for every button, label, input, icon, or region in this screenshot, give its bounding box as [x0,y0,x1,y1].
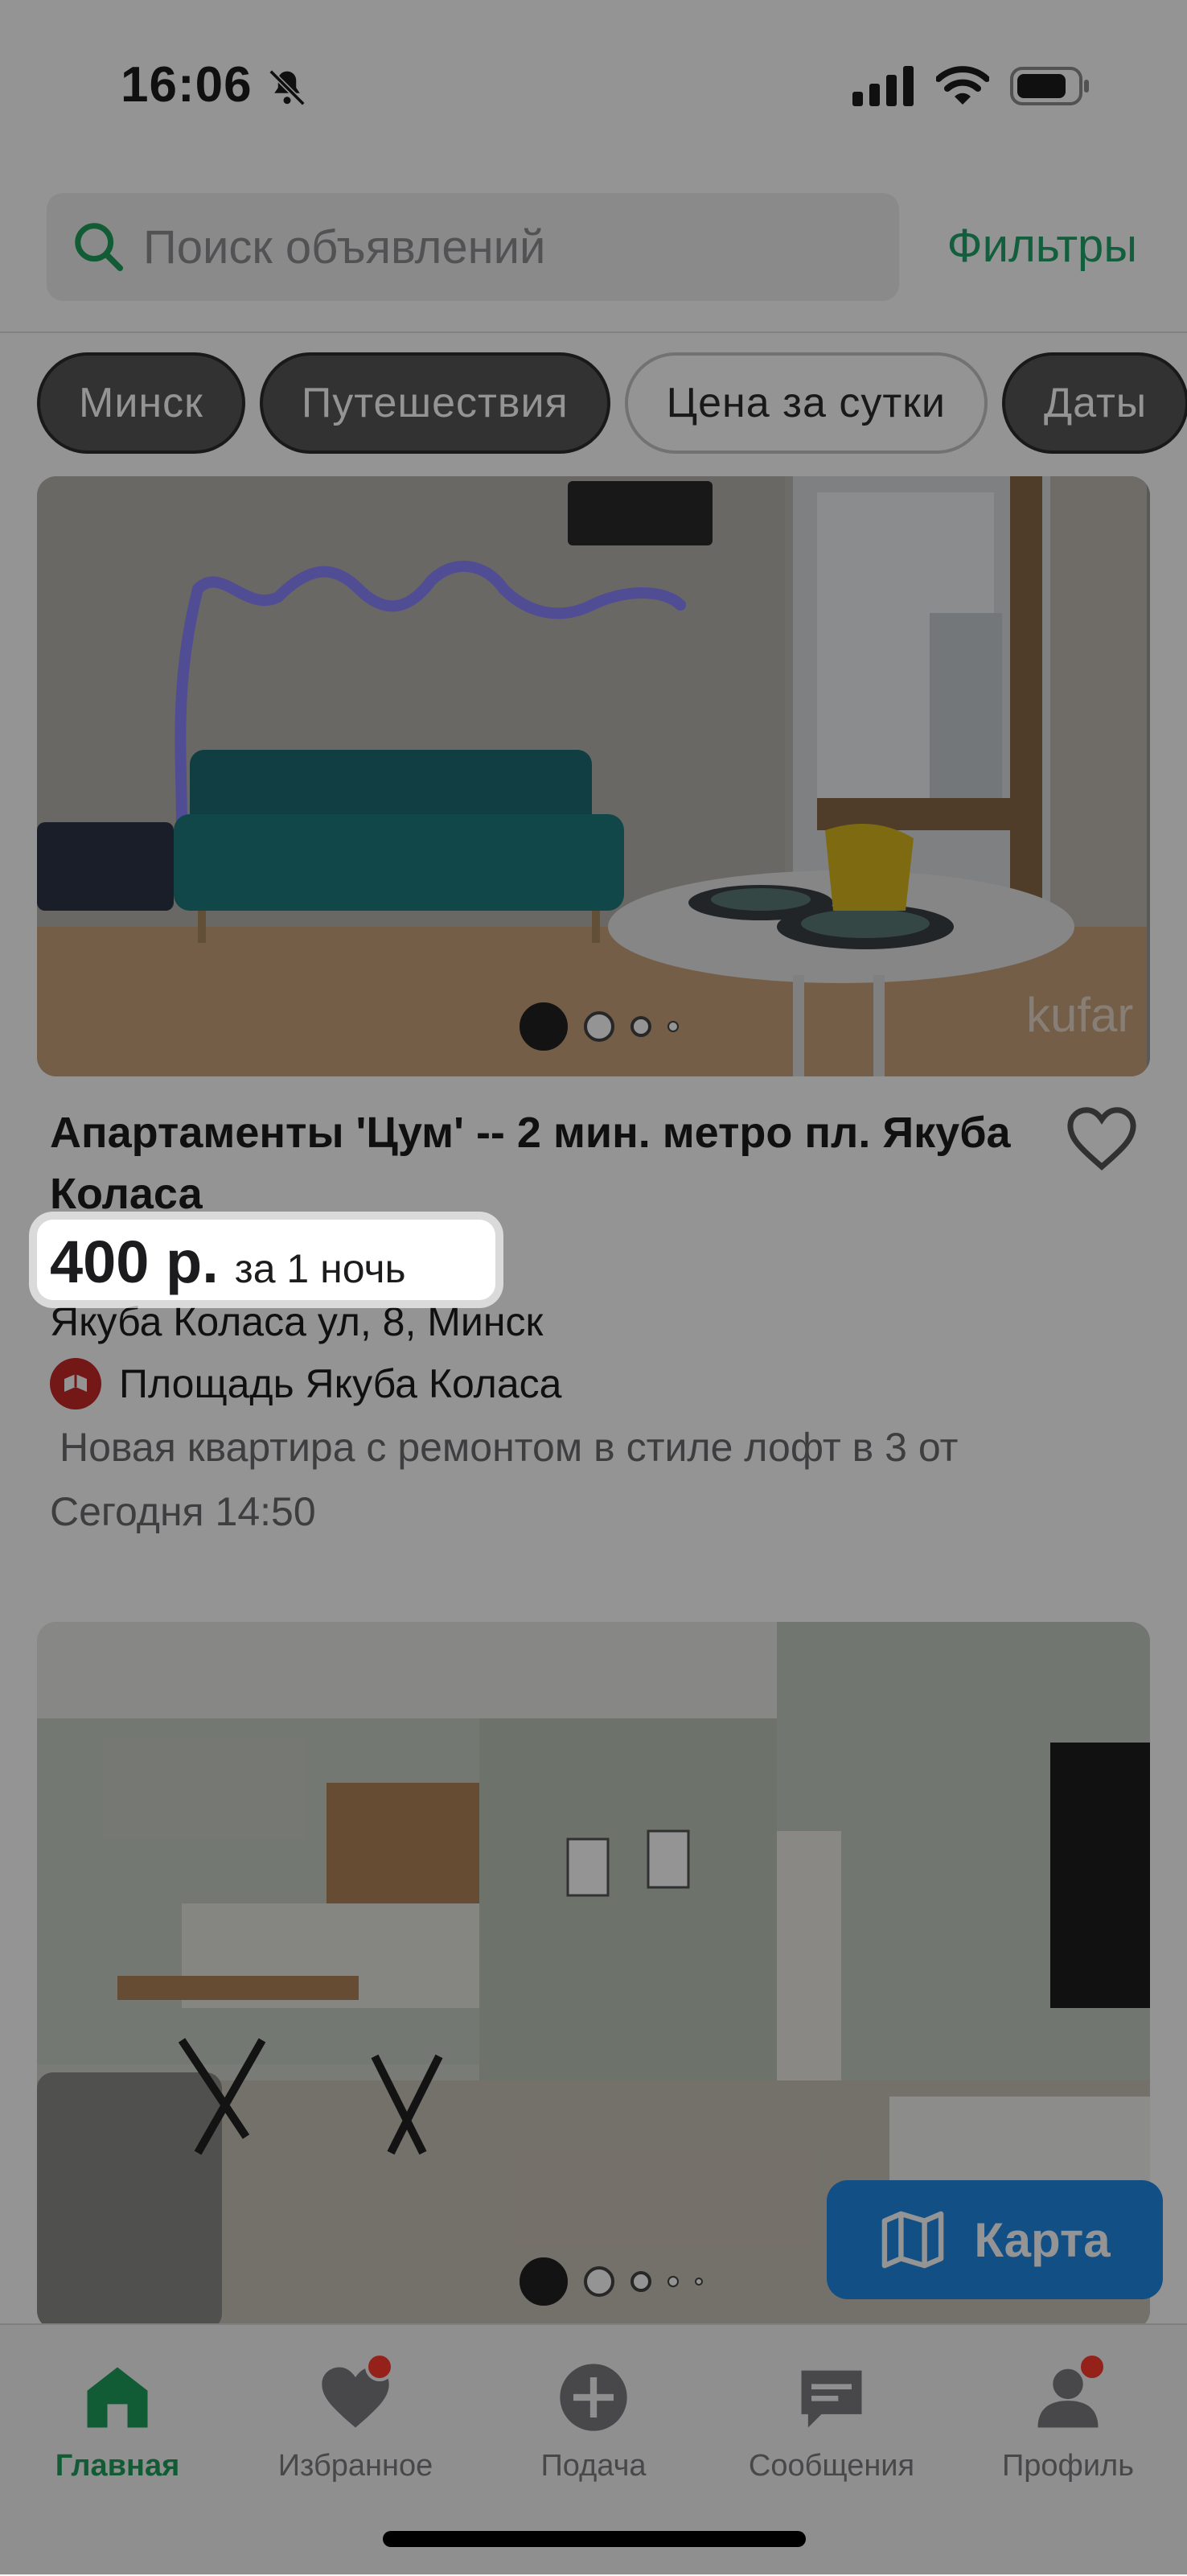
metro-icon [50,1358,101,1409]
notification-badge [1078,2352,1107,2381]
photo-pagination [520,2257,703,2306]
bell-muted-icon [269,69,306,106]
search-box[interactable] [47,193,899,301]
tab-favorites[interactable]: Избранное [243,2352,468,2483]
tab-label: Главная [55,2449,180,2483]
status-indicators [852,66,1090,106]
pagination-dot [630,1016,651,1037]
tab-post[interactable]: Подача [481,2357,706,2483]
photo-pagination [520,1002,679,1051]
tab-messages[interactable]: Сообщения [719,2357,944,2483]
signal-icon [852,66,914,106]
favorite-heart-icon[interactable] [1063,1104,1140,1173]
pagination-dot [630,2271,651,2292]
photo-watermark: kufar [1026,988,1133,1042]
listing-photo[interactable]: kufar [37,476,1150,1076]
tab-label: Избранное [277,2449,433,2483]
tab-label: Сообщения [748,2449,915,2483]
listing-metro: Площадь Якуба Коласа [50,1358,561,1409]
filter-chips: Минск Путешествия Цена за сутки Даты [37,352,1187,454]
pagination-dot [667,1021,679,1032]
status-bar: 16:06 [0,0,1187,169]
search-input[interactable] [143,193,867,301]
map-button-label: Карта [974,2212,1111,2267]
filters-button[interactable]: Фильтры [947,219,1137,273]
chip-city[interactable]: Минск [37,352,245,454]
listing-price-unit: за 1 ночь [234,1246,406,1291]
listing-address: Якуба Коласа ул, 8, Минск [50,1299,544,1344]
chip-price-per-day[interactable]: Цена за сутки [624,352,988,454]
listing-date: Сегодня 14:50 [50,1489,316,1534]
chip-dates[interactable]: Даты [1001,352,1187,454]
pagination-dot [584,2266,614,2297]
apartment-photo: kufar [37,476,1150,1076]
pagination-dot [695,2278,703,2286]
search-icon [75,223,124,272]
listing-price: 400 р. [50,1228,219,1295]
profile-icon [1028,2352,1108,2438]
plus-circle-icon [553,2357,634,2438]
notification-badge [365,2352,394,2381]
tab-label: Профиль [1001,2449,1135,2483]
listing-description: Новая квартира с ремонтом в стиле лофт в… [60,1425,959,1470]
chip-category[interactable]: Путешествия [259,352,610,454]
header-divider [0,331,1187,333]
map-button[interactable]: Карта [827,2180,1163,2299]
heart-icon [315,2352,396,2438]
listing-title[interactable]: Апартаменты 'Цум' -- 2 мин. метро пл. Як… [50,1102,1031,1224]
pagination-dot [584,1011,614,1042]
battery-icon [1010,67,1089,105]
pagination-dot-active [520,1002,568,1051]
chat-icon [791,2357,872,2438]
price-highlight: 400 р. за 1 ночь [37,1220,495,1300]
map-icon [882,2211,944,2269]
home-icon [77,2357,158,2438]
status-time: 16:06 [121,57,253,113]
tab-home[interactable]: Главная [5,2357,230,2483]
pagination-dot-active [520,2257,568,2306]
tab-profile[interactable]: Профиль [955,2352,1181,2483]
metro-station: Площадь Якуба Коласа [119,1361,562,1406]
home-indicator [383,2531,806,2547]
pagination-dot [667,2276,679,2287]
wifi-icon [936,66,989,105]
tab-label: Подача [540,2449,647,2483]
